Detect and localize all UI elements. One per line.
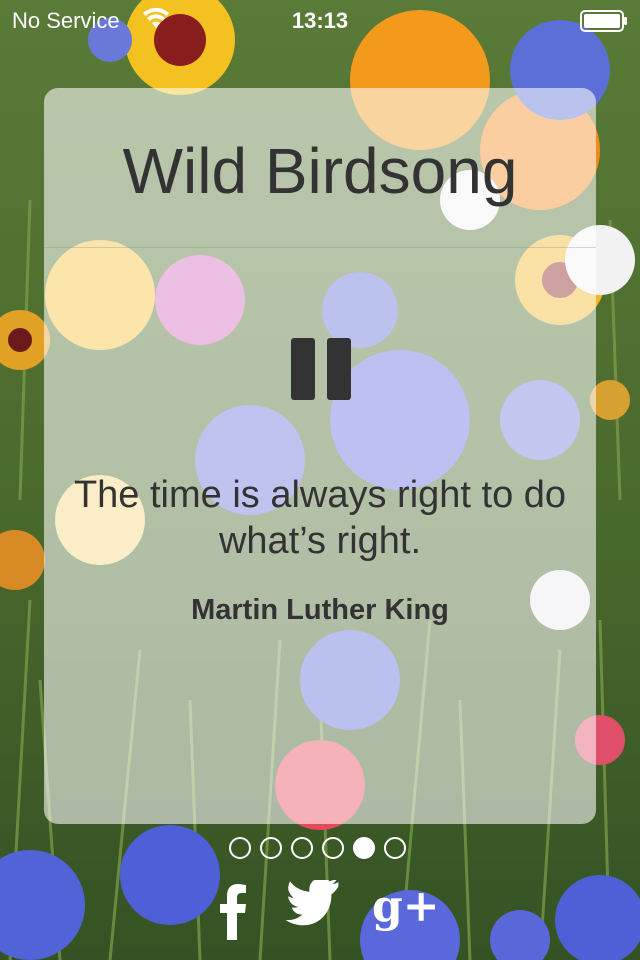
status-time: 13:13 xyxy=(291,8,349,33)
twitter-icon[interactable] xyxy=(286,880,342,930)
page-dot[interactable] xyxy=(229,837,251,859)
page-dot-active[interactable] xyxy=(353,837,375,859)
facebook-icon[interactable] xyxy=(218,880,248,940)
battery-icon xyxy=(580,10,627,32)
page-indicator[interactable] xyxy=(229,837,409,863)
pause-icon xyxy=(291,338,315,400)
status-bar: No Service 13:13 xyxy=(0,0,640,40)
track-title: Wild Birdsong xyxy=(122,135,518,207)
page-dot[interactable] xyxy=(384,837,406,859)
quote-text: The time is always right to do what’s ri… xyxy=(73,474,567,562)
quote-author: Martin Luther King xyxy=(191,594,449,626)
page-dot[interactable] xyxy=(291,837,313,859)
pause-button[interactable] xyxy=(289,338,353,400)
title-divider xyxy=(44,247,596,248)
google-plus-icon[interactable]: g+ xyxy=(372,880,440,934)
page-dot[interactable] xyxy=(322,837,344,859)
page-dot[interactable] xyxy=(260,837,282,859)
